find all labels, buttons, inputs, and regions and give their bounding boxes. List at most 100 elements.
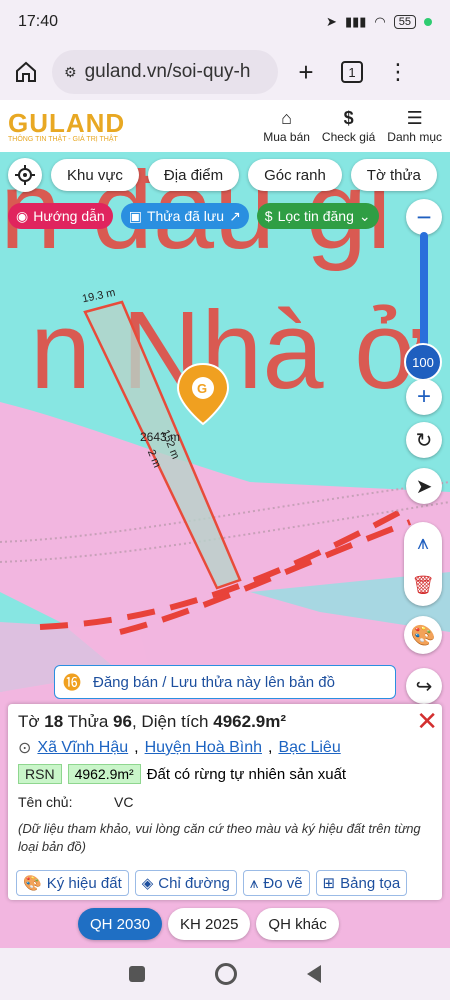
area-label: Diện tích xyxy=(141,712,209,731)
action-label: Đo vẽ xyxy=(263,874,303,892)
action-label: Chỉ đường xyxy=(158,874,230,892)
new-tab-button[interactable]: + xyxy=(288,54,324,90)
guide-button[interactable]: ◉ Hướng dẫn xyxy=(8,203,113,229)
chip-khu-vuc[interactable]: Khu vực xyxy=(51,159,139,191)
back-button[interactable] xyxy=(307,965,321,983)
zoom-in-button[interactable]: + xyxy=(406,379,442,415)
site-settings-icon[interactable]: ⚙ xyxy=(64,64,77,81)
map-style-button[interactable]: 🎨 xyxy=(404,616,442,654)
location-icon: ➤ xyxy=(326,14,337,29)
home-button[interactable] xyxy=(10,56,42,88)
owner-value: VC xyxy=(114,794,134,810)
close-panel-button[interactable]: ✕ xyxy=(416,706,438,737)
map-pin-icon: ⊙ xyxy=(18,740,32,757)
action-label: Bảng tọa xyxy=(340,874,401,892)
parcel-actions: 🎨 Ký hiệu đất ◈ Chỉ đường ⩚ Đo vẽ ⊞ Bảng… xyxy=(16,870,408,896)
chip-to-thua[interactable]: Tờ thửa xyxy=(350,159,437,191)
navigate-button[interactable]: ➤ xyxy=(406,468,442,504)
commune-link[interactable]: Xã Vĩnh Hậu xyxy=(37,739,128,757)
land-area-badge: 4962.9m² xyxy=(67,764,141,784)
status-icons: ➤ ▮▮▮ ◠ 55 xyxy=(326,14,432,30)
dollar-icon: $ xyxy=(264,208,273,224)
land-legend-button[interactable]: 🎨 Ký hiệu đất xyxy=(16,870,129,896)
action-label: Ký hiệu đất xyxy=(46,874,122,892)
url-text: guland.vn/soi-quy-h xyxy=(84,61,251,82)
wifi-icon: ◠ xyxy=(374,14,386,29)
plus-icon: + xyxy=(416,383,431,410)
land-use-row: RSN 4962.9m² Đất có rừng tự nhiên sản xu… xyxy=(18,764,432,784)
navigation-arrow-icon: ➤ xyxy=(415,475,433,498)
to-label: Tờ xyxy=(18,712,40,731)
palette-icon: 🎨 xyxy=(23,875,42,892)
dollar-icon: $ xyxy=(343,108,354,128)
more-menu-button[interactable]: ⋮ xyxy=(380,54,416,90)
menu-icon: ☰ xyxy=(406,108,423,128)
share-button[interactable]: ↪ xyxy=(406,668,442,704)
guland-logo[interactable]: GULAND THÔNG TIN THẬT - GIÁ TRỊ THẬT xyxy=(8,110,125,143)
saved-parcels-button[interactable]: ▣ Thửa đã lưu ↗ xyxy=(120,203,249,229)
site-header: GULAND THÔNG TIN THẬT - GIÁ TRỊ THẬT ⌂ M… xyxy=(0,100,450,152)
layer-qh-khac[interactable]: QH khác xyxy=(256,908,339,940)
parcel-address: ⊙ Xã Vĩnh Hậu, Huyện Hoà Bình, Bạc Liêu xyxy=(18,739,341,757)
post-listing-button[interactable]: ⓰ Đăng bán / Lưu thửa này lên bản đồ xyxy=(54,665,396,699)
thua-label: Thửa xyxy=(67,712,109,731)
directions-button[interactable]: ◈ Chỉ đường xyxy=(134,870,237,896)
zoom-slider-track[interactable] xyxy=(420,232,428,352)
refresh-button[interactable]: ↻ xyxy=(406,422,442,458)
layer-qh-2030[interactable]: QH 2030 xyxy=(78,908,163,940)
directions-icon: ◈ xyxy=(141,875,154,892)
chevron-down-icon: ⌄ xyxy=(358,207,371,224)
battery-icon: 55 xyxy=(393,15,416,29)
trash-icon[interactable]: 🗑 xyxy=(412,575,435,596)
measure-icon[interactable]: ⩚ xyxy=(417,532,428,555)
thua-value: 96 xyxy=(113,712,132,731)
area-value: 4962.9m² xyxy=(213,712,287,731)
land-type: Đất có rừng tự nhiên sản xuất xyxy=(146,765,347,783)
header-nav: ⌂ Mua bán $ Check giá ☰ Danh mục xyxy=(263,108,442,144)
status-time: 17:40 xyxy=(18,13,59,30)
filter-listings-button[interactable]: $ Lọc tin đăng ⌄ xyxy=(256,203,379,229)
logo-slogan: THÔNG TIN THẬT - GIÁ TRỊ THẬT xyxy=(8,135,118,143)
zoom-out-button[interactable]: − xyxy=(406,199,442,235)
external-link-icon: ↗ xyxy=(229,207,241,224)
nav-check-gia[interactable]: $ Check giá xyxy=(322,108,375,144)
map-pills: ◉ Hướng dẫn ▣ Thửa đã lưu ↗ $ Lọc tin đă… xyxy=(8,203,379,229)
nav-danh-muc[interactable]: ☰ Danh mục xyxy=(387,108,442,144)
tab-count: 1 xyxy=(341,61,363,83)
post-label: Đăng bán / Lưu thửa này lên bản đồ xyxy=(93,673,335,691)
address-bar[interactable]: ⚙ guland.vn/soi-quy-h xyxy=(52,50,278,94)
signal-icon: ▮▮▮ xyxy=(344,14,367,29)
browser-toolbar: ⚙ guland.vn/soi-quy-h + 1 ⋮ xyxy=(0,44,450,100)
owner-label: Tên chủ: xyxy=(18,794,73,810)
recents-button[interactable] xyxy=(129,966,145,982)
nav-label: Danh mục xyxy=(387,130,442,144)
measure-button[interactable]: ⩚ Đo vẽ xyxy=(242,870,310,896)
nav-mua-ban[interactable]: ⌂ Mua bán xyxy=(263,108,310,144)
table-icon: ⊞ xyxy=(322,875,336,892)
nav-label: Mua bán xyxy=(263,130,310,144)
province-link[interactable]: Bạc Liêu xyxy=(278,739,340,757)
home-icon xyxy=(16,61,36,82)
chip-goc-ranh[interactable]: Góc ranh xyxy=(248,159,342,191)
search-chips: Khu vực Địa điểm Góc ranh Tờ thửa xyxy=(8,158,437,192)
layer-kh-2025[interactable]: KH 2025 xyxy=(168,908,251,940)
guide-label: Hướng dẫn xyxy=(33,208,105,224)
home-nav-button[interactable] xyxy=(215,963,237,985)
logo-brand: GULAND xyxy=(8,107,126,138)
to-value: 18 xyxy=(44,712,64,731)
filter-label: Lọc tin đăng xyxy=(277,208,354,224)
plus-icon: + xyxy=(298,56,314,87)
bookmark-icon: ▣ xyxy=(128,207,142,224)
chip-dia-diem[interactable]: Địa điểm xyxy=(147,159,240,191)
guland-pin-icon: ⓰ xyxy=(63,673,81,693)
crosshair-icon xyxy=(15,165,35,185)
tab-switcher-button[interactable]: 1 xyxy=(334,54,370,90)
draw-tools: ⩚ 🗑 xyxy=(404,522,442,606)
my-location-button[interactable] xyxy=(8,158,42,192)
disclaimer-note: (Dữ liệu tham khảo, vui lòng căn cứ theo… xyxy=(18,821,421,854)
district-link[interactable]: Huyện Hoà Bình xyxy=(145,739,262,757)
zoom-slider-handle[interactable]: 100 xyxy=(404,343,442,381)
privacy-dot-icon xyxy=(424,18,432,26)
status-bar: 17:40 ➤ ▮▮▮ ◠ 55 xyxy=(0,0,450,44)
coordinates-table-button[interactable]: ⊞ Bảng tọa xyxy=(315,870,408,896)
